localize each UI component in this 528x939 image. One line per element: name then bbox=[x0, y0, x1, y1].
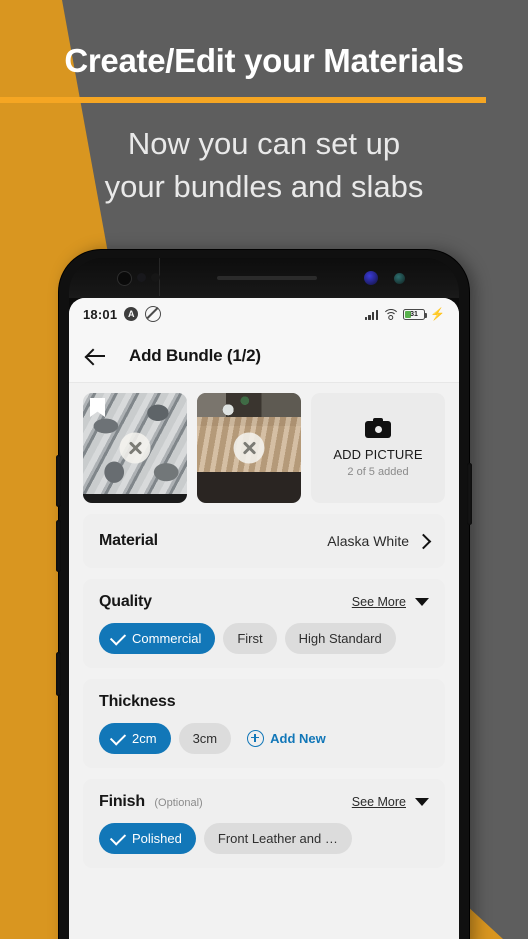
thickness-card: Thickness 2cm 3cm Add New bbox=[83, 679, 445, 768]
finish-chip-polished[interactable]: Polished bbox=[99, 823, 196, 854]
check-icon bbox=[109, 628, 127, 646]
side-button-extra[interactable] bbox=[56, 652, 61, 696]
finish-see-more-label: See More bbox=[351, 795, 406, 809]
quality-chip-high-standard[interactable]: High Standard bbox=[284, 623, 396, 654]
remove-photo-button-2[interactable] bbox=[233, 432, 265, 464]
thickness-label: Thickness bbox=[99, 693, 176, 710]
photo-thumbnail-2[interactable] bbox=[197, 393, 301, 503]
charging-bolt-icon: ⚡ bbox=[430, 307, 445, 321]
battery-level-label: 31 bbox=[410, 310, 418, 318]
assistant-badge-icon: A bbox=[124, 307, 139, 321]
finish-label: Finish bbox=[99, 793, 145, 810]
notch-sensor-teal-icon bbox=[394, 273, 405, 284]
material-value: Alaska White bbox=[327, 533, 409, 549]
finish-card: Finish (Optional) See More Polished Fron… bbox=[83, 779, 445, 868]
thickness-chip-label: 3cm bbox=[192, 731, 218, 746]
promo-headline: Create/Edit your Materials bbox=[64, 42, 464, 79]
plus-circle-icon bbox=[247, 730, 265, 747]
finish-title-group: Finish (Optional) bbox=[99, 793, 203, 811]
promo-subheadline-line1: Now you can set up bbox=[127, 126, 401, 161]
add-picture-button[interactable]: ADD PICTURE 2 of 5 added bbox=[311, 393, 445, 503]
status-bar: 18:01 A 31 ⚡ bbox=[69, 298, 459, 330]
check-icon bbox=[109, 728, 127, 746]
volume-up-button[interactable] bbox=[56, 455, 61, 507]
camera-icon bbox=[365, 418, 391, 438]
promo-header: Create/Edit your Materials bbox=[0, 0, 528, 80]
quality-see-more-button[interactable]: See More bbox=[352, 595, 429, 609]
status-time: 18:01 bbox=[83, 306, 118, 322]
quality-chip-label: First bbox=[237, 631, 263, 646]
quality-label: Quality bbox=[99, 593, 152, 610]
thickness-add-new-button[interactable]: Add New bbox=[247, 730, 326, 747]
volume-down-button[interactable] bbox=[56, 520, 61, 572]
finish-see-more-button[interactable]: See More bbox=[352, 795, 429, 809]
phone-screen-bezel: 18:01 A 31 ⚡ Add Bundle (1/2) ADD PICTUR… bbox=[69, 258, 459, 939]
remove-photo-button-1[interactable] bbox=[119, 432, 151, 464]
quality-options: Commercial First High Standard bbox=[99, 623, 429, 654]
add-picture-count: 2 of 5 added bbox=[347, 466, 409, 478]
finish-optional-label: (Optional) bbox=[154, 797, 203, 809]
front-camera-icon bbox=[117, 271, 132, 286]
photo-thumbnail-1[interactable] bbox=[83, 393, 187, 503]
light-sensor-icon bbox=[151, 273, 160, 282]
quality-chip-commercial[interactable]: Commercial bbox=[99, 623, 216, 654]
photo-strip: ADD PICTURE 2 of 5 added bbox=[83, 393, 445, 503]
app-screen: 18:01 A 31 ⚡ Add Bundle (1/2) ADD PICTUR… bbox=[69, 298, 459, 939]
quality-see-more-label: See More bbox=[351, 595, 406, 609]
accent-rule bbox=[0, 97, 486, 103]
promo-subheadline-line2: your bundles and slabs bbox=[104, 169, 424, 204]
finish-options: Polished Front Leather and … bbox=[99, 823, 429, 854]
do-not-disturb-icon bbox=[145, 306, 162, 322]
finish-chip-label: Front Leather and … bbox=[217, 831, 338, 846]
add-picture-label: ADD PICTURE bbox=[333, 447, 423, 462]
back-arrow-icon[interactable] bbox=[85, 345, 107, 367]
app-bar: Add Bundle (1/2) bbox=[69, 330, 459, 383]
power-button[interactable] bbox=[467, 463, 472, 525]
thickness-chip-2cm[interactable]: 2cm bbox=[99, 723, 171, 754]
thickness-options: 2cm 3cm Add New bbox=[99, 723, 429, 754]
chevron-down-icon bbox=[415, 798, 429, 806]
quality-chip-label: High Standard bbox=[298, 631, 382, 646]
quality-card: Quality See More Commercial First High S… bbox=[83, 579, 445, 668]
form-content: ADD PICTURE 2 of 5 added Material Alaska… bbox=[69, 383, 459, 868]
phone-mockup: 18:01 A 31 ⚡ Add Bundle (1/2) ADD PICTUR… bbox=[56, 250, 472, 939]
page-title: Add Bundle (1/2) bbox=[129, 346, 261, 365]
status-bar-right: 31 ⚡ bbox=[364, 307, 445, 321]
material-card[interactable]: Material Alaska White bbox=[83, 514, 445, 568]
chevron-right-icon bbox=[415, 533, 432, 549]
thickness-chip-3cm[interactable]: 3cm bbox=[178, 723, 232, 754]
cellular-signal-icon bbox=[364, 309, 379, 320]
thickness-chip-label: 2cm bbox=[132, 731, 157, 746]
promo-subheadline: Now you can set up your bundles and slab… bbox=[0, 122, 528, 208]
notch-sensor-blue-icon bbox=[364, 271, 378, 285]
finish-chip-front-leather[interactable]: Front Leather and … bbox=[203, 823, 352, 854]
earpiece-speaker bbox=[217, 276, 317, 280]
proximity-sensor-icon bbox=[137, 273, 146, 282]
thickness-add-new-label: Add New bbox=[270, 731, 326, 746]
battery-icon: 31 bbox=[403, 308, 428, 320]
promo-stage: Create/Edit your Materials Now you can s… bbox=[0, 0, 528, 939]
wifi-icon bbox=[382, 308, 400, 320]
status-bar-left: 18:01 A bbox=[83, 306, 162, 322]
quality-chip-first[interactable]: First bbox=[223, 623, 277, 654]
bookmark-icon bbox=[90, 398, 105, 417]
quality-chip-label: Commercial bbox=[132, 631, 202, 646]
finish-chip-label: Polished bbox=[132, 831, 182, 846]
check-icon bbox=[109, 828, 127, 846]
chevron-down-icon bbox=[415, 598, 429, 606]
material-value-group[interactable]: Alaska White bbox=[327, 533, 432, 549]
material-label: Material bbox=[99, 532, 158, 549]
phone-notch bbox=[69, 258, 459, 298]
